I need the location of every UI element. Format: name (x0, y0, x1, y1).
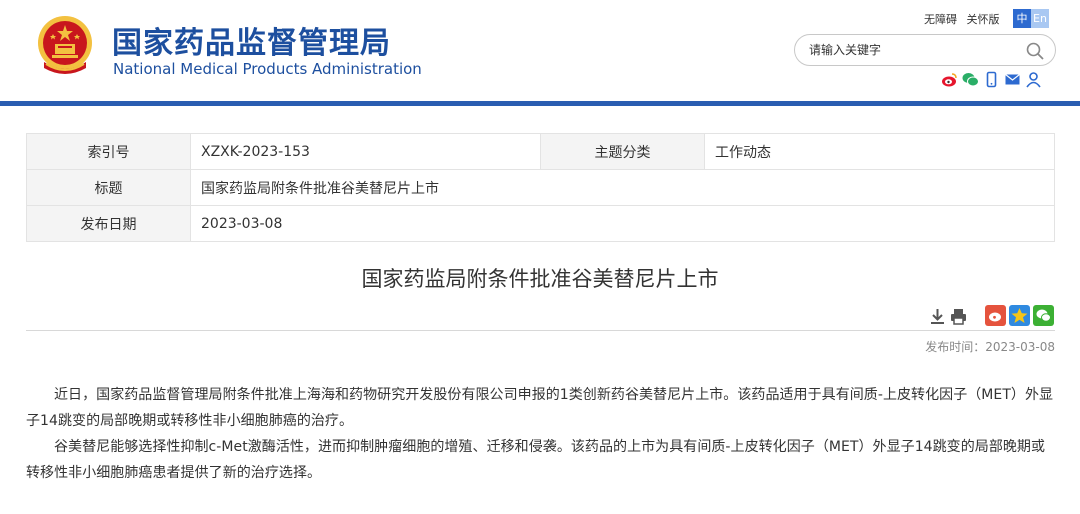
title-value: 国家药监局附条件批准谷美替尼片上市 (190, 169, 1055, 206)
site-header: 国家药品监督管理局 National Medical Products Admi… (0, 0, 1080, 102)
header-divider (0, 101, 1080, 106)
share-buttons (985, 305, 1054, 326)
language-switch: 中 En (1013, 9, 1049, 28)
category-value: 工作动态 (704, 133, 1055, 170)
site-title-en[interactable]: National Medical Products Administration (113, 60, 422, 78)
share-weibo-icon[interactable] (985, 305, 1006, 326)
document-info-table: 索引号 XZXK-2023-153 主题分类 工作动态 标题 国家药监局附条件批… (26, 133, 1055, 242)
category-label: 主题分类 (540, 133, 705, 170)
article-tools (928, 307, 968, 326)
weibo-icon[interactable] (941, 71, 958, 88)
table-row: 标题 国家药监局附条件批准谷美替尼片上市 (26, 169, 1055, 206)
table-row: 发布日期 2023-03-08 (26, 205, 1055, 242)
social-links (941, 71, 1042, 88)
lang-cn-button[interactable]: 中 (1013, 9, 1031, 28)
download-icon[interactable] (928, 307, 947, 326)
date-value: 2023-03-08 (190, 205, 1055, 242)
print-icon[interactable] (949, 307, 968, 326)
search-icon[interactable] (1025, 41, 1045, 61)
table-row: 索引号 XZXK-2023-153 主题分类 工作动态 (26, 133, 1055, 170)
site-title-cn[interactable]: 国家药品监督管理局 (112, 18, 391, 62)
search-box (794, 34, 1056, 66)
paragraph: 谷美替尼能够选择性抑制c-Met激酶活性，进而抑制肿瘤细胞的增殖、迁移和侵袭。该… (26, 439, 1046, 481)
title-rule (26, 330, 1055, 331)
national-emblem-icon (38, 16, 92, 74)
share-wechat-icon[interactable] (1033, 305, 1054, 326)
article-body: 近日，国家药品监督管理局附条件批准上海海和药物研究开发股份有限公司申报的1类创新… (26, 382, 1055, 486)
mobile-icon[interactable] (983, 71, 1000, 88)
user-icon[interactable] (1025, 71, 1042, 88)
mail-icon[interactable] (1004, 71, 1021, 88)
paragraph: 近日，国家药品监督管理局附条件批准上海海和药物研究开发股份有限公司申报的1类创新… (26, 387, 1054, 429)
index-value: XZXK-2023-153 (190, 133, 541, 170)
search-input[interactable] (809, 41, 1019, 59)
article-title: 国家药监局附条件批准谷美替尼片上市 (361, 267, 719, 291)
share-qzone-icon[interactable] (1009, 305, 1030, 326)
date-label: 发布日期 (26, 205, 191, 242)
top-links: 无障碍 关怀版 (924, 11, 1006, 27)
index-label: 索引号 (26, 133, 191, 170)
wechat-icon[interactable] (962, 71, 979, 88)
title-label: 标题 (26, 169, 191, 206)
lang-en-button[interactable]: En (1031, 9, 1049, 28)
care-mode-link[interactable]: 关怀版 (967, 13, 1000, 26)
publish-time: 发布时间：2023-03-08 (925, 340, 1055, 354)
accessibility-link[interactable]: 无障碍 (924, 13, 957, 26)
